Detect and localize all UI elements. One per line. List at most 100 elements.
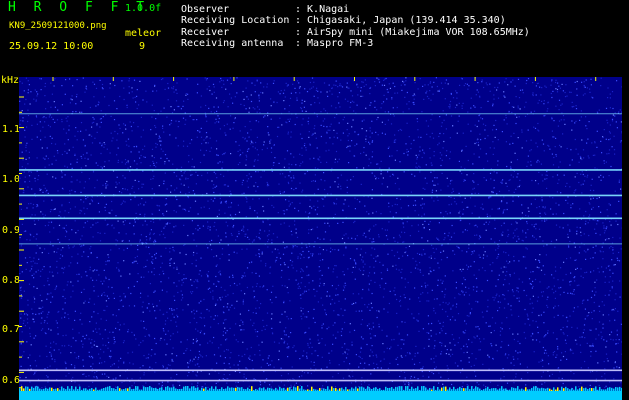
noise-speck (98, 362, 101, 364)
noise-speck (126, 144, 128, 146)
noise-speck (150, 220, 152, 222)
noise-speck (331, 285, 333, 287)
noise-speck (97, 202, 100, 204)
noise-speck (417, 268, 419, 270)
noise-speck (248, 262, 251, 264)
noise-speck (139, 377, 141, 379)
noise-speck (81, 235, 83, 237)
noise-speck (590, 198, 592, 200)
noise-speck (280, 367, 282, 369)
noise-speck (535, 223, 537, 225)
noise-speck (44, 214, 46, 216)
noise-speck (264, 115, 266, 117)
noise-speck (371, 140, 374, 142)
noise-speck (564, 339, 567, 341)
noise-speck (495, 285, 497, 287)
noise-speck (50, 292, 52, 294)
noise-speck (198, 130, 200, 132)
noise-speck (126, 377, 128, 379)
noise-speck (563, 333, 565, 335)
noise-speck (503, 251, 505, 253)
noise-speck (221, 253, 223, 255)
noise-speck (223, 362, 225, 364)
noise-speck (41, 147, 43, 149)
noise-speck (103, 351, 105, 353)
noise-speck (33, 301, 35, 303)
noise-speck (172, 333, 174, 335)
noise-speck (488, 221, 491, 223)
noise-speck (285, 327, 287, 329)
noise-speck (288, 200, 290, 202)
noise-speck (327, 193, 329, 195)
noise-speck (164, 237, 166, 239)
noise-speck (375, 211, 377, 213)
noise-speck (192, 119, 194, 121)
noise-speck (397, 177, 399, 179)
noise-speck (291, 202, 293, 204)
noise-speck (334, 158, 337, 160)
noise-speck (99, 126, 101, 128)
noise-speck (118, 182, 120, 184)
noise-speck (153, 274, 155, 276)
noise-speck (147, 271, 150, 273)
noise-speck (79, 209, 81, 211)
noise-speck (313, 308, 315, 310)
noise-speck (584, 308, 586, 310)
noise-speck (219, 242, 221, 244)
noise-speck (380, 107, 382, 109)
noise-speck (486, 279, 489, 282)
noise-speck (239, 155, 241, 157)
noise-speck (299, 287, 301, 289)
noise-speck (69, 208, 72, 210)
noise-speck (424, 188, 426, 190)
noise-speck (467, 88, 469, 90)
noise-speck (361, 128, 363, 130)
noise-speck (83, 226, 85, 228)
noise-speck (163, 107, 165, 109)
noise-speck (344, 321, 346, 324)
noise-speck (593, 310, 595, 312)
noise-speck (431, 189, 434, 191)
noise-speck (585, 116, 587, 118)
noise-speck (569, 315, 571, 317)
noise-speck (31, 308, 33, 310)
noise-speck (320, 161, 322, 163)
noise-speck (375, 224, 377, 226)
noise-speck (186, 348, 188, 350)
noise-speck (89, 269, 91, 271)
noise-speck (492, 105, 494, 107)
spectrogram-plot[interactable] (19, 77, 622, 400)
noise-speck (444, 275, 446, 277)
noise-speck (113, 338, 115, 340)
noise-speck (270, 98, 272, 100)
noise-speck (382, 343, 384, 345)
noise-speck (521, 89, 524, 91)
noise-speck (122, 342, 125, 344)
noise-speck (328, 149, 330, 151)
noise-speck (557, 279, 559, 281)
noise-speck (187, 93, 189, 95)
noise-speck (378, 236, 380, 238)
noise-speck (258, 344, 260, 346)
noise-speck (373, 272, 376, 274)
noise-speck (198, 356, 200, 359)
noise-speck (294, 224, 296, 226)
noise-speck (258, 121, 260, 123)
noise-speck (481, 203, 483, 205)
noise-speck (42, 311, 44, 313)
noise-speck (312, 228, 314, 230)
noise-speck (537, 122, 539, 125)
noise-speck (584, 86, 586, 88)
noise-speck (467, 123, 469, 125)
noise-speck (53, 85, 55, 87)
noise-speck (101, 192, 103, 194)
noise-speck (140, 162, 142, 164)
noise-speck (279, 321, 281, 323)
noise-speck (80, 238, 82, 240)
noise-speck (372, 238, 374, 240)
noise-speck (170, 377, 172, 379)
noise-speck (165, 198, 167, 200)
noise-speck (454, 201, 456, 203)
noise-speck (557, 346, 559, 348)
noise-speck (465, 323, 467, 325)
